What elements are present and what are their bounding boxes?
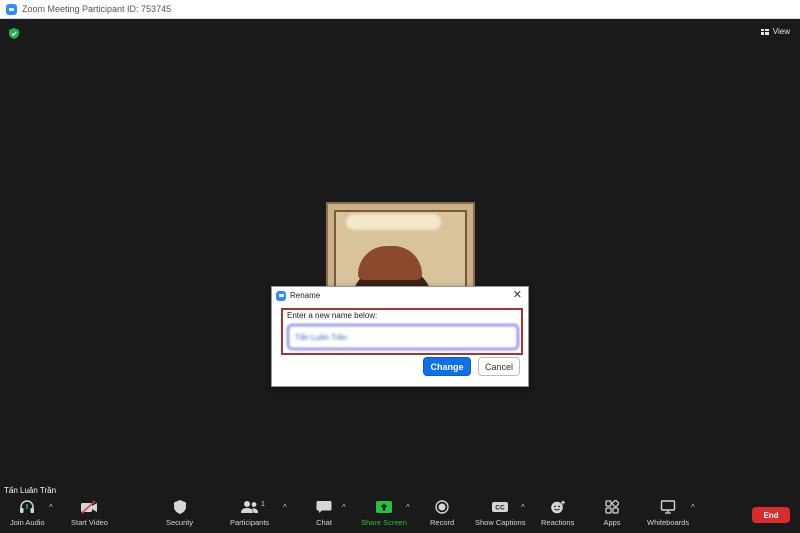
view-button[interactable]: View	[760, 27, 790, 36]
meeting-area: View Tấn Luân Trần	[0, 19, 800, 498]
close-icon[interactable]: ✕	[513, 289, 522, 301]
new-name-input[interactable]	[287, 324, 519, 350]
apps-label: Apps	[603, 518, 621, 527]
join-audio-label: Join Audio	[10, 518, 45, 527]
whiteboard-icon	[657, 499, 679, 515]
change-button[interactable]: Change	[423, 357, 471, 376]
headphones-icon	[16, 499, 38, 515]
whiteboards-button[interactable]: Whiteboards	[647, 499, 689, 527]
meeting-toolbar: Join Audio ^ Start Video Security Partic…	[0, 497, 800, 533]
security-label: Security	[166, 518, 194, 527]
whiteboards-options-chevron-icon[interactable]: ^	[691, 503, 695, 512]
start-video-button[interactable]: Start Video	[71, 499, 108, 527]
chat-label: Chat	[316, 518, 332, 527]
cancel-button[interactable]: Cancel	[478, 357, 520, 376]
smiley-plus-icon	[547, 499, 569, 515]
zoom-window: Zoom Meeting Participant ID: 753745 View…	[0, 0, 800, 533]
participants-label: Participants	[230, 518, 270, 527]
show-captions-button[interactable]: CC Show Captions	[475, 499, 525, 527]
view-label: View	[772, 27, 790, 36]
audio-options-chevron-icon[interactable]: ^	[49, 503, 53, 512]
video-off-icon	[78, 499, 100, 515]
whiteboards-label: Whiteboards	[647, 518, 690, 527]
join-audio-button[interactable]: Join Audio	[10, 499, 45, 527]
record-label: Record	[430, 518, 455, 527]
participants-count: 1	[261, 501, 265, 508]
chat-bubble-icon	[313, 499, 335, 515]
end-meeting-button[interactable]: End	[752, 507, 790, 523]
share-options-chevron-icon[interactable]: ^	[406, 503, 410, 512]
zoom-logo-icon	[276, 290, 286, 301]
apps-icon	[601, 499, 623, 515]
rename-prompt: Enter a new name below:	[287, 311, 378, 320]
reactions-button[interactable]: Reactions	[541, 499, 574, 527]
rename-dialog-header: Rename ✕	[272, 287, 528, 304]
window-title: Zoom Meeting Participant ID: 753745	[22, 4, 172, 14]
share-screen-icon	[373, 499, 395, 515]
reactions-label: Reactions	[541, 518, 575, 527]
apps-button[interactable]: Apps	[601, 499, 623, 527]
encryption-shield-icon[interactable]	[9, 28, 19, 39]
title-bar: Zoom Meeting Participant ID: 753745	[0, 0, 800, 19]
participants-options-chevron-icon[interactable]: ^	[283, 503, 287, 512]
captions-options-chevron-icon[interactable]: ^	[521, 503, 525, 512]
view-grid-icon	[760, 28, 769, 35]
video-banner	[346, 214, 441, 230]
zoom-logo-icon	[6, 3, 17, 15]
share-screen-button[interactable]: Share Screen	[361, 499, 407, 527]
start-video-label: Start Video	[71, 518, 108, 527]
people-icon	[239, 499, 261, 515]
show-captions-label: Show Captions	[475, 518, 526, 527]
chat-button[interactable]: Chat	[313, 499, 335, 527]
rename-dialog-title: Rename	[290, 291, 321, 300]
svg-text:CC: CC	[496, 505, 506, 512]
security-button[interactable]: Security	[166, 499, 193, 527]
record-button[interactable]: Record	[430, 499, 454, 527]
share-screen-label: Share Screen	[361, 518, 407, 527]
chat-options-chevron-icon[interactable]: ^	[342, 503, 346, 512]
captions-icon: CC	[489, 499, 511, 515]
rename-dialog: Rename ✕ Enter a new name below: Change …	[271, 286, 529, 387]
record-icon	[431, 499, 453, 515]
shield-icon	[169, 499, 191, 515]
